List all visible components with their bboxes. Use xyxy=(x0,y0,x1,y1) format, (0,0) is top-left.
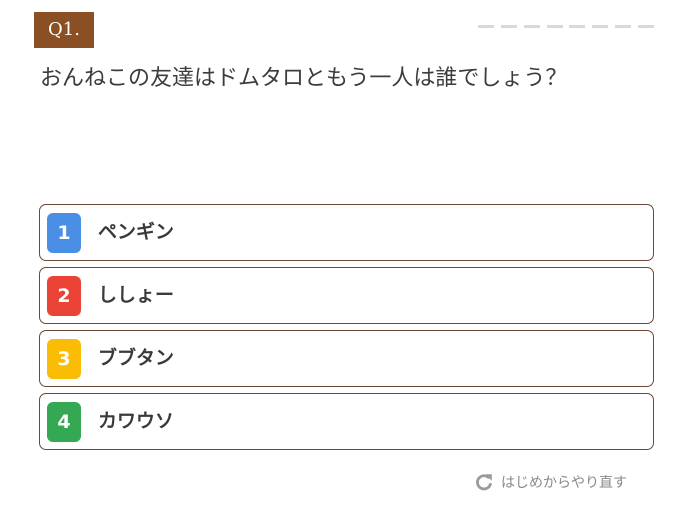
answer-choices: 1 ペンギン 2 ししょー 3 ブブタン 4 カワウソ xyxy=(39,204,654,456)
choice-number-badge: 4 xyxy=(47,402,81,442)
progress-dash xyxy=(546,25,563,28)
progress-dash xyxy=(523,25,540,28)
answer-choice-1[interactable]: 1 ペンギン xyxy=(39,204,654,261)
progress-dash xyxy=(478,25,494,28)
choice-label: ブブタン xyxy=(98,347,175,369)
restart-label: はじめからやり直す xyxy=(501,475,627,491)
restart-button[interactable]: はじめからやり直す xyxy=(474,470,627,494)
refresh-icon xyxy=(476,474,492,491)
question-number-badge: Q1. xyxy=(34,12,94,48)
progress-indicator xyxy=(478,25,654,29)
answer-choice-3[interactable]: 3 ブブタン xyxy=(39,330,654,387)
answer-choice-2[interactable]: 2 ししょー xyxy=(39,267,654,324)
progress-dash xyxy=(569,25,586,28)
choice-label: カワウソ xyxy=(98,410,175,432)
choice-label: ししょー xyxy=(98,284,175,306)
progress-dash xyxy=(615,25,632,28)
choice-number-badge: 1 xyxy=(47,213,81,253)
progress-dash xyxy=(637,25,654,28)
progress-dash xyxy=(592,25,609,28)
choice-label: ペンギン xyxy=(98,221,175,243)
progress-dash xyxy=(500,25,517,28)
choice-number-badge: 2 xyxy=(47,276,81,316)
question-text: おんねこの友達はドムタロともう一人は誰でしょう？ xyxy=(40,66,568,91)
choice-number-badge: 3 xyxy=(47,339,81,379)
answer-choice-4[interactable]: 4 カワウソ xyxy=(39,393,654,450)
